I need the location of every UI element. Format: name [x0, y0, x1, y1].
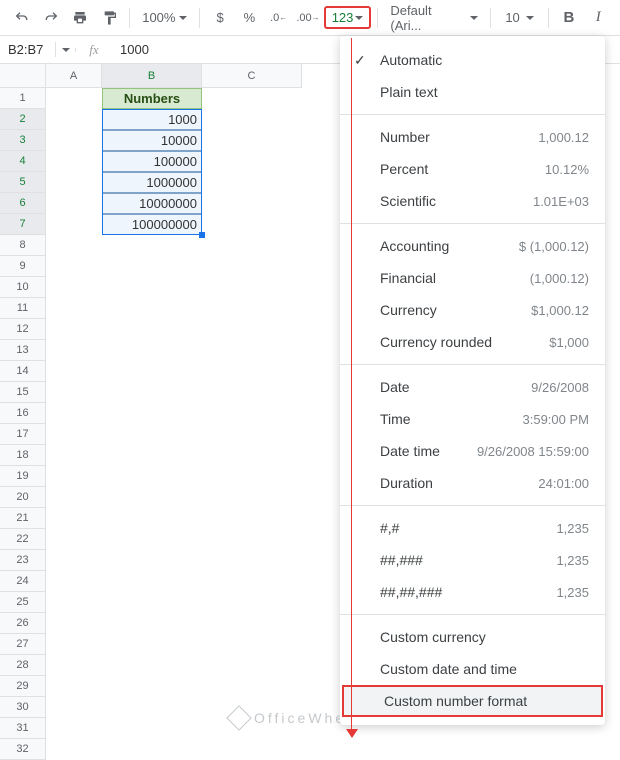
- fx-label: fx: [76, 42, 112, 58]
- menu-custom-datetime[interactable]: Custom date and time: [340, 653, 605, 685]
- column-header-a[interactable]: A: [46, 64, 102, 88]
- font-selector[interactable]: Default (Ari...: [384, 3, 484, 33]
- currency-button[interactable]: $: [206, 5, 233, 31]
- row-header[interactable]: 12: [0, 319, 46, 340]
- watermark-icon: [226, 705, 251, 730]
- row-header[interactable]: 15: [0, 382, 46, 403]
- row-header[interactable]: 24: [0, 571, 46, 592]
- name-box-dropdown[interactable]: [56, 48, 76, 52]
- row-header[interactable]: 32: [0, 739, 46, 760]
- row-header[interactable]: 28: [0, 655, 46, 676]
- caret-down-icon: [62, 48, 70, 52]
- caret-down-icon: [526, 16, 534, 20]
- row-header[interactable]: 26: [0, 613, 46, 634]
- row-header[interactable]: 22: [0, 529, 46, 550]
- undo-button[interactable]: [8, 5, 35, 31]
- cell-b1[interactable]: Numbers: [102, 88, 202, 109]
- row-header[interactable]: 21: [0, 508, 46, 529]
- row-header[interactable]: 16: [0, 403, 46, 424]
- row-header[interactable]: 10: [0, 277, 46, 298]
- menu-separator: [340, 223, 605, 224]
- menu-currency-rounded[interactable]: Currency rounded$1,000: [340, 326, 605, 358]
- menu-separator: [340, 114, 605, 115]
- annotation-arrow-line: [351, 38, 352, 731]
- row-header[interactable]: 5: [0, 172, 46, 193]
- cell-b6[interactable]: 10000000: [102, 193, 202, 214]
- row-header[interactable]: 19: [0, 466, 46, 487]
- menu-accounting[interactable]: Accounting$ (1,000.12): [340, 230, 605, 262]
- menu-separator: [340, 614, 605, 615]
- row-header[interactable]: 23: [0, 550, 46, 571]
- font-size-selector[interactable]: 10: [497, 10, 542, 25]
- row-header[interactable]: 18: [0, 445, 46, 466]
- menu-financial[interactable]: Financial(1,000.12): [340, 262, 605, 294]
- row-header[interactable]: 20: [0, 487, 46, 508]
- menu-time[interactable]: Time3:59:00 PM: [340, 403, 605, 435]
- decrease-decimal-button[interactable]: .0←: [265, 5, 292, 31]
- row-header[interactable]: 4: [0, 151, 46, 172]
- menu-custom-currency[interactable]: Custom currency: [340, 621, 605, 653]
- menu-currency[interactable]: Currency$1,000.12: [340, 294, 605, 326]
- row-header[interactable]: 25: [0, 592, 46, 613]
- row-header[interactable]: 7: [0, 214, 46, 235]
- percent-button[interactable]: %: [236, 5, 263, 31]
- row-header[interactable]: 14: [0, 361, 46, 382]
- row-header[interactable]: 2: [0, 109, 46, 130]
- menu-date[interactable]: Date9/26/2008: [340, 371, 605, 403]
- italic-button[interactable]: I: [585, 5, 612, 31]
- bold-button[interactable]: B: [555, 5, 582, 31]
- print-button[interactable]: [67, 5, 94, 31]
- menu-plain-text[interactable]: Plain text: [340, 76, 605, 108]
- menu-custom-number-format[interactable]: Custom number format: [342, 685, 603, 717]
- menu-automatic[interactable]: ✓Automatic: [340, 44, 605, 76]
- redo-button[interactable]: [37, 5, 64, 31]
- menu-percent[interactable]: Percent10.12%: [340, 153, 605, 185]
- menu-duration[interactable]: Duration24:01:00: [340, 467, 605, 499]
- cell-b5[interactable]: 1000000: [102, 172, 202, 193]
- row-header[interactable]: 29: [0, 676, 46, 697]
- row-header[interactable]: 11: [0, 298, 46, 319]
- zoom-selector[interactable]: 100%: [136, 10, 193, 25]
- menu-pattern-1[interactable]: #,#1,235: [340, 512, 605, 544]
- row-header[interactable]: 6: [0, 193, 46, 214]
- cell-b4[interactable]: 100000: [102, 151, 202, 172]
- caret-down-icon: [355, 16, 363, 20]
- selection-handle[interactable]: [199, 232, 205, 238]
- row-headers: 1 2 3 4 5 6 7 8 9 10 11 12 13 14 15 16 1…: [0, 88, 46, 760]
- column-header-b[interactable]: B: [102, 64, 202, 88]
- paint-format-button[interactable]: [96, 5, 123, 31]
- cell-b7[interactable]: 100000000: [102, 214, 202, 235]
- number-format-menu: ✓Automatic Plain text Number1,000.12 Per…: [340, 36, 605, 725]
- menu-separator: [340, 505, 605, 506]
- row-header[interactable]: 17: [0, 424, 46, 445]
- more-formats-button[interactable]: 123: [324, 6, 372, 29]
- menu-scientific[interactable]: Scientific1.01E+03: [340, 185, 605, 217]
- row-header[interactable]: 27: [0, 634, 46, 655]
- menu-pattern-3[interactable]: ##,##,###1,235: [340, 576, 605, 608]
- row-header[interactable]: 13: [0, 340, 46, 361]
- row-header[interactable]: 8: [0, 235, 46, 256]
- caret-down-icon: [179, 16, 187, 20]
- toolbar: 100% $ % .0← .00→ 123 Default (Ari... 10…: [0, 0, 620, 36]
- name-box[interactable]: B2:B7: [0, 42, 56, 57]
- column-header-c[interactable]: C: [202, 64, 302, 88]
- caret-down-icon: [470, 16, 478, 20]
- menu-number[interactable]: Number1,000.12: [340, 121, 605, 153]
- cell-b3[interactable]: 10000: [102, 130, 202, 151]
- select-all-corner[interactable]: [0, 64, 46, 88]
- cell-b2[interactable]: 1000: [102, 109, 202, 130]
- row-header[interactable]: 30: [0, 697, 46, 718]
- menu-pattern-2[interactable]: ##,###1,235: [340, 544, 605, 576]
- menu-separator: [340, 364, 605, 365]
- menu-datetime[interactable]: Date time9/26/2008 15:59:00: [340, 435, 605, 467]
- row-header[interactable]: 9: [0, 256, 46, 277]
- row-header[interactable]: 3: [0, 130, 46, 151]
- row-header[interactable]: 1: [0, 88, 46, 109]
- annotation-arrow-head: [346, 729, 358, 738]
- increase-decimal-button[interactable]: .00→: [294, 5, 321, 31]
- row-header[interactable]: 31: [0, 718, 46, 739]
- check-icon: ✓: [354, 52, 366, 69]
